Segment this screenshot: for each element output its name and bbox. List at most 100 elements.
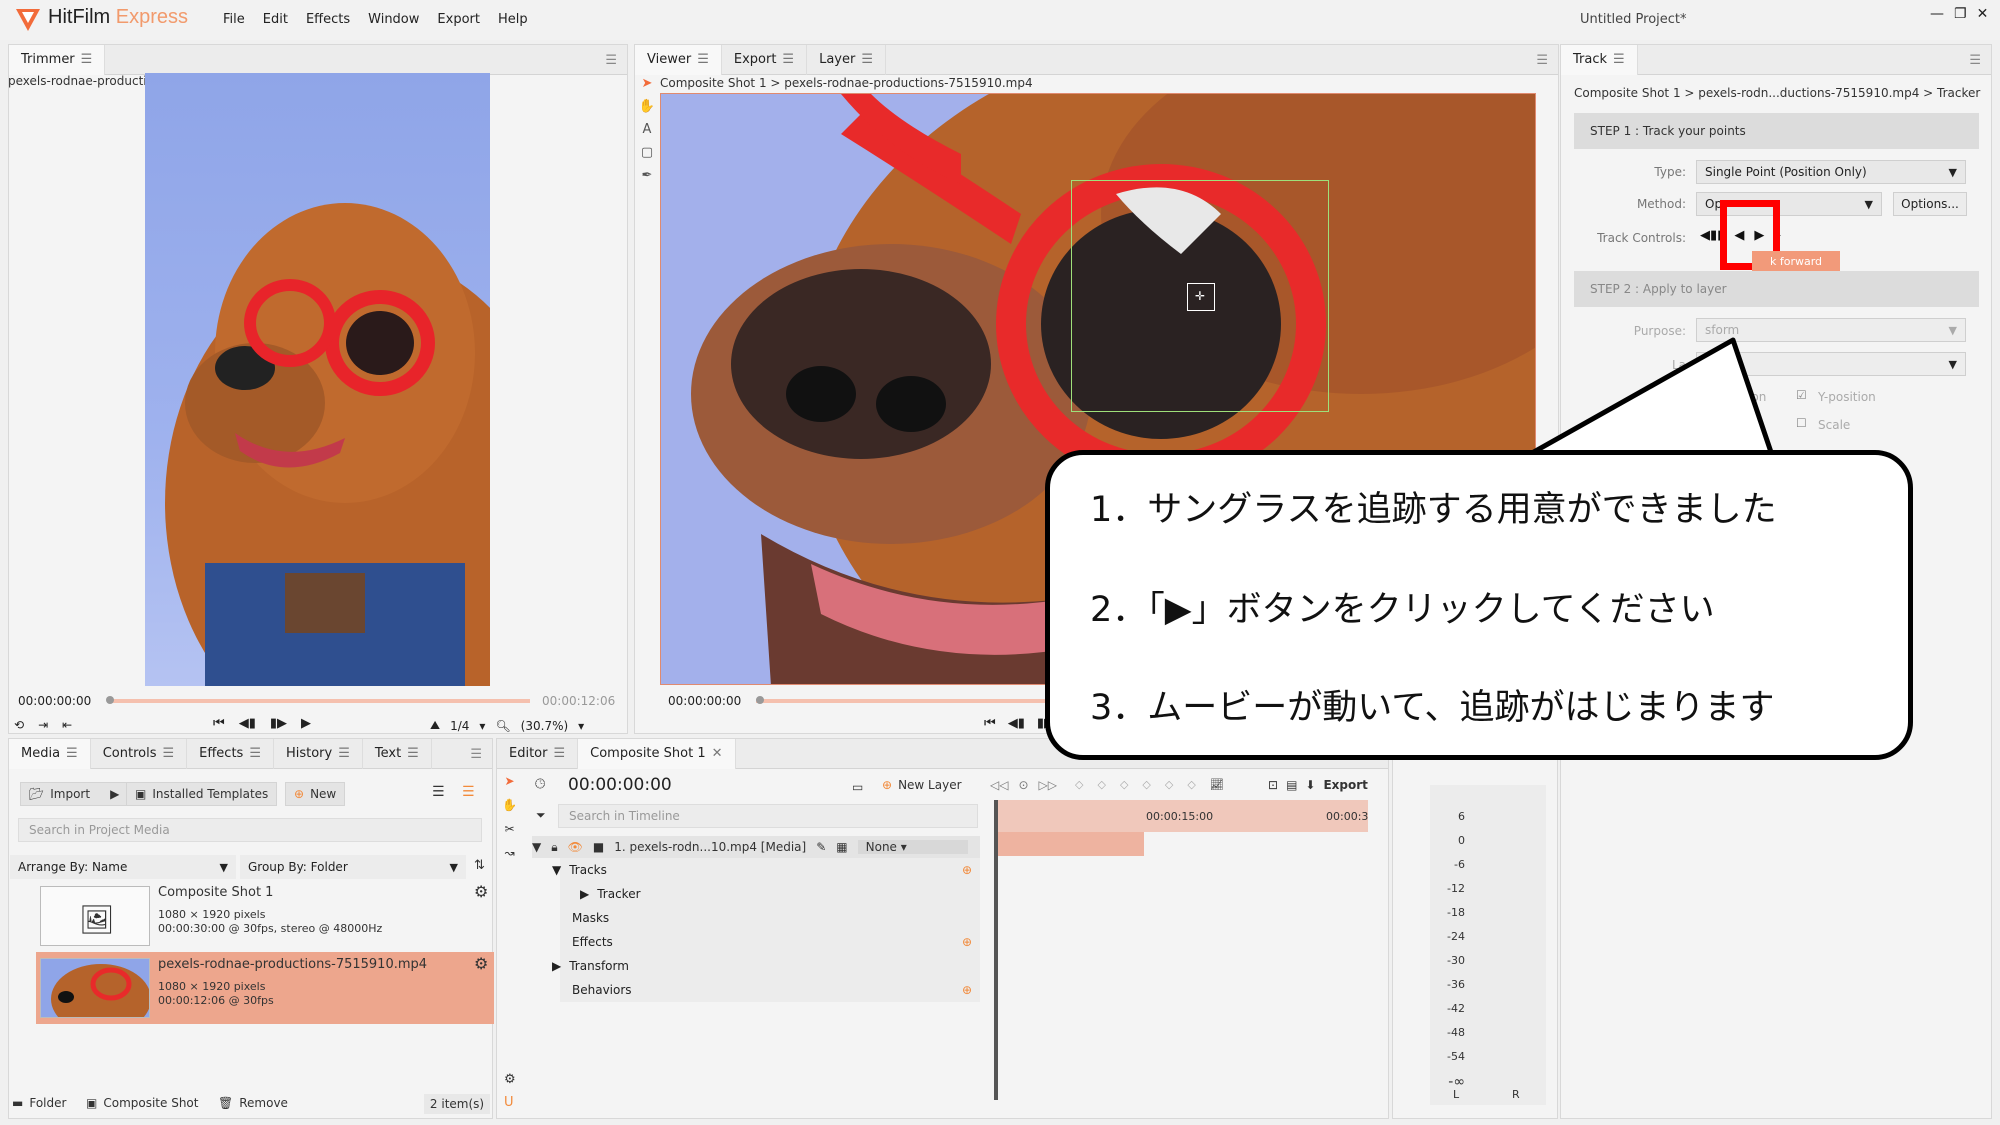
filter-icon[interactable]: ⏷ bbox=[536, 808, 546, 823]
minimize-icon[interactable]: — bbox=[1930, 6, 1944, 22]
tab-viewer[interactable]: Viewer ☰ bbox=[635, 44, 722, 75]
checker-icon[interactable]: ▦ bbox=[836, 840, 847, 854]
settings-icon[interactable]: ⚙ bbox=[504, 1072, 516, 1087]
loop-icon[interactable]: ⟲ bbox=[14, 718, 24, 732]
blend-select[interactable]: None ▾ bbox=[857, 840, 968, 854]
menu-help[interactable]: Help bbox=[498, 12, 528, 27]
select-tool-icon[interactable]: ➤ bbox=[504, 774, 514, 788]
timeline-search-input[interactable]: Search in Timeline bbox=[558, 804, 978, 828]
menu-window[interactable]: Window bbox=[368, 12, 419, 27]
close-icon[interactable]: ✕ bbox=[1977, 6, 1989, 22]
track-point-icon[interactable]: ✛ bbox=[1195, 289, 1205, 303]
select-tool-icon[interactable]: ➤ bbox=[642, 76, 653, 91]
gear-icon[interactable]: ⚙ bbox=[474, 954, 488, 973]
tab-editor[interactable]: Editor ☰ bbox=[497, 738, 579, 769]
next-icon[interactable]: ▷▷ bbox=[1039, 778, 1057, 792]
panel-menu-icon[interactable]: ☰ bbox=[1969, 53, 1981, 68]
kf-icon-3[interactable]: ◇ bbox=[1120, 778, 1128, 791]
timeline-ruler[interactable]: 00:00:15:00 00:00:3 bbox=[996, 800, 1368, 832]
step-back-icon[interactable]: ◀▮ bbox=[1008, 716, 1025, 731]
go-start-icon[interactable]: ⏮ bbox=[213, 716, 225, 731]
track-search-region[interactable]: ✛ bbox=[1071, 180, 1329, 412]
hamburger-icon[interactable]: ☰ bbox=[66, 746, 78, 761]
hamburger-icon[interactable]: ☰ bbox=[338, 746, 350, 761]
preview-icon[interactable]: ▭ bbox=[852, 780, 863, 794]
kf-icon-5[interactable]: ◇ bbox=[1165, 778, 1173, 791]
text-tool-icon[interactable]: A bbox=[643, 122, 652, 137]
zoom-icon[interactable]: 🔍︎ bbox=[495, 719, 510, 733]
add-icon[interactable]: ⊕ bbox=[962, 983, 972, 997]
row-masks[interactable]: Masks bbox=[560, 906, 980, 930]
menu-effects[interactable]: Effects bbox=[306, 12, 350, 27]
go-start-icon[interactable]: ⏮ bbox=[984, 716, 996, 731]
hamburger-icon[interactable]: ☰ bbox=[81, 52, 93, 67]
options-button[interactable]: Options... bbox=[1893, 192, 1967, 216]
quality-icon[interactable]: ⛰ bbox=[430, 718, 440, 733]
tab-export[interactable]: Export ☰ bbox=[722, 44, 808, 75]
media-item-video[interactable]: pexels-rodnae-productions-7515910.mp4 10… bbox=[36, 952, 494, 1024]
tab-track[interactable]: Track ☰ bbox=[1561, 44, 1638, 75]
menu-edit[interactable]: Edit bbox=[263, 12, 288, 27]
row-behaviors[interactable]: Behaviors ⊕ bbox=[560, 978, 980, 1002]
hamburger-icon[interactable]: ☰ bbox=[1613, 52, 1625, 67]
media-search-input[interactable]: Search in Project Media bbox=[18, 818, 482, 842]
pen-tool-icon[interactable]: ✒ bbox=[642, 168, 653, 183]
sort-icon[interactable]: ⇅ bbox=[474, 858, 485, 873]
insert-icon[interactable]: ⇥ bbox=[38, 718, 48, 732]
viewer-scrubber[interactable] bbox=[756, 699, 1046, 703]
eye-icon[interactable]: 👁︎ bbox=[568, 840, 583, 854]
tab-media[interactable]: Media ☰ bbox=[9, 738, 91, 769]
layer-row[interactable]: ▼ 🔒︎ 👁︎ ■ 1. pexels-rodn...10.mp4 [Media… bbox=[532, 836, 980, 858]
add-icon[interactable]: ⊕ bbox=[962, 863, 972, 877]
arrange-select[interactable]: Arrange By: Name ▼ bbox=[10, 855, 236, 879]
tab-effects[interactable]: Effects ☰ bbox=[187, 738, 274, 769]
magnet-icon[interactable]: U bbox=[504, 1095, 514, 1110]
overlay-icon[interactable]: ⇤ bbox=[62, 718, 72, 732]
hamburger-icon[interactable]: ☰ bbox=[861, 52, 873, 67]
panel-menu-icon[interactable]: ☰ bbox=[470, 747, 482, 762]
new-button[interactable]: ⊕ New bbox=[285, 782, 346, 806]
ypos-checkbox[interactable]: ☑ bbox=[1796, 388, 1807, 402]
slip-tool-icon[interactable]: ↝ bbox=[504, 846, 514, 860]
caret-right-icon[interactable]: ▶ bbox=[580, 887, 589, 901]
chevron-down-icon[interactable]: ▾ bbox=[479, 719, 485, 733]
tab-history[interactable]: History ☰ bbox=[274, 738, 363, 769]
add-icon[interactable]: ⊕ bbox=[962, 935, 972, 949]
step-forward-icon[interactable]: ▮▶ bbox=[270, 716, 287, 731]
lock-icon[interactable]: 🔒︎ bbox=[551, 840, 557, 855]
list-view-icon[interactable]: ☰ bbox=[432, 784, 445, 800]
footer-composite-button[interactable]: ▣ Composite Shot bbox=[86, 1096, 198, 1110]
hamburger-icon[interactable]: ☰ bbox=[553, 746, 565, 761]
kf-icon-1[interactable]: ◇ bbox=[1075, 778, 1083, 791]
kf-icon-2[interactable]: ◇ bbox=[1097, 778, 1105, 791]
hamburger-icon[interactable]: ☰ bbox=[782, 52, 794, 67]
panel-menu-icon[interactable]: ☰ bbox=[605, 53, 617, 68]
render-icon[interactable]: ▤ bbox=[1286, 778, 1297, 792]
expand-icon[interactable]: ▼ bbox=[552, 863, 561, 877]
media-item-composite[interactable]: 🖼︎ Composite Shot 1 1080 × 1920 pixels 0… bbox=[36, 880, 494, 952]
kf-icon-4[interactable]: ◇ bbox=[1142, 778, 1150, 791]
graph-icon[interactable]: 📈︎ bbox=[1210, 778, 1224, 791]
rect-mask-tool-icon[interactable]: ▢ bbox=[641, 145, 653, 160]
viewer-playhead[interactable] bbox=[756, 696, 764, 704]
caret-right-icon[interactable]: ▶ bbox=[552, 959, 561, 973]
chevron-down-icon[interactable]: ▾ bbox=[578, 719, 584, 733]
detail-view-icon[interactable]: ☰ bbox=[462, 784, 475, 800]
menu-export[interactable]: Export bbox=[437, 12, 480, 27]
caret-right-icon[interactable]: ▶ bbox=[110, 787, 119, 801]
group-select[interactable]: Group By: Folder ▼ bbox=[240, 855, 466, 879]
row-tracks[interactable]: ▼ Tracks ⊕ bbox=[552, 858, 980, 882]
zoom-fit-icon[interactable]: ⊡ bbox=[1268, 778, 1278, 792]
layer-clip-bar[interactable] bbox=[998, 832, 1144, 856]
hamburger-icon[interactable]: ☰ bbox=[162, 746, 174, 761]
panel-menu-icon[interactable]: ☰ bbox=[1536, 53, 1548, 68]
hand-tool-icon[interactable]: ✋ bbox=[639, 99, 655, 114]
trimmer-scrubber[interactable] bbox=[110, 699, 530, 703]
loop-icon[interactable]: ⊙ bbox=[1018, 778, 1028, 792]
zoom-percent[interactable]: (30.7%) bbox=[521, 719, 568, 733]
scale-checkbox[interactable]: ☐ bbox=[1796, 416, 1807, 430]
hamburger-icon[interactable]: ☰ bbox=[249, 746, 261, 761]
type-select[interactable]: Single Point (Position Only) ▼ bbox=[1696, 160, 1966, 184]
razor-tool-icon[interactable]: ✂ bbox=[504, 822, 514, 836]
menu-file[interactable]: File bbox=[223, 12, 245, 27]
